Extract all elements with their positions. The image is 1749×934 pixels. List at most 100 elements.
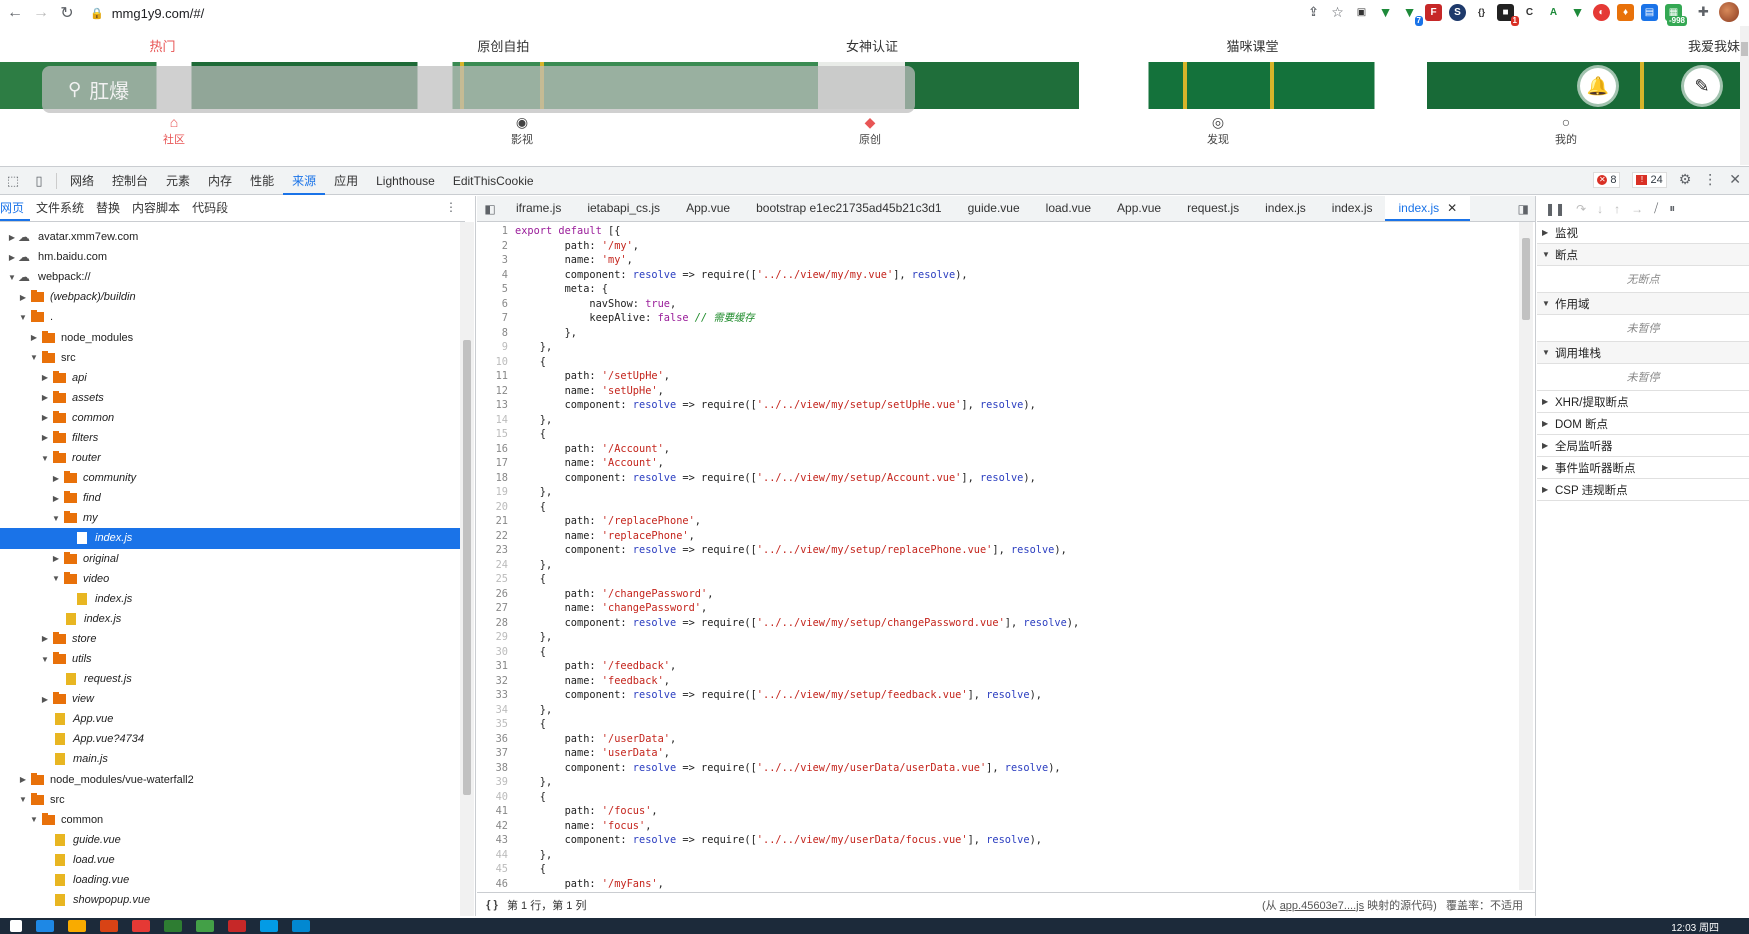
step-into-icon[interactable]: ↓ bbox=[1597, 202, 1603, 216]
extension-icon[interactable]: ▤ bbox=[1641, 3, 1658, 21]
step-out-icon[interactable]: ↑ bbox=[1614, 202, 1620, 216]
device-toolbar-icon[interactable]: ▯ bbox=[26, 173, 52, 189]
line-number[interactable]: 38 bbox=[477, 761, 515, 776]
bookmark-star-icon[interactable]: ☆ bbox=[1329, 4, 1346, 21]
deactivate-breakpoints-icon[interactable]: ⧸ bbox=[1654, 201, 1658, 216]
line-number[interactable]: 10 bbox=[477, 355, 515, 370]
nav-item-mine[interactable]: ○ 我的 bbox=[1392, 114, 1740, 148]
tab-page[interactable]: 网页 bbox=[0, 196, 31, 221]
tab-sources[interactable]: 来源 bbox=[283, 167, 326, 195]
line-number[interactable]: 17 bbox=[477, 456, 515, 471]
reload-icon[interactable]: ↻ bbox=[56, 2, 78, 24]
expanded-arrow-icon[interactable]: ▼ bbox=[6, 273, 18, 282]
category-tab[interactable]: 原创自拍 bbox=[325, 36, 682, 56]
issue-count-badge[interactable]: ! 24 bbox=[1632, 171, 1667, 188]
tree-domain[interactable]: ▼ ☁ webpack:// bbox=[0, 267, 460, 287]
lock-icon[interactable]: 🔒 bbox=[90, 7, 104, 20]
tab-editthiscookie[interactable]: EditThisCookie bbox=[444, 167, 543, 195]
extension-icon[interactable]: S bbox=[1449, 3, 1466, 21]
editor-tab[interactable]: iframe.js bbox=[503, 196, 574, 221]
expanded-arrow-icon[interactable]: ▼ bbox=[17, 795, 29, 804]
debugger-section-header[interactable]: ▶ 全局监听器 bbox=[1537, 435, 1749, 457]
collapsed-arrow-icon[interactable]: ▶ bbox=[39, 413, 51, 422]
line-number[interactable]: 44 bbox=[477, 848, 515, 863]
line-number[interactable]: 46 bbox=[477, 877, 515, 891]
editor-tab[interactable]: index.js ✕ bbox=[1385, 196, 1471, 221]
line-number[interactable]: 19 bbox=[477, 485, 515, 500]
forward-icon[interactable]: → bbox=[30, 2, 52, 24]
extension-icon[interactable]: ♦ bbox=[1617, 3, 1634, 21]
vue-extension-icon[interactable]: ▼ 7 bbox=[1401, 3, 1423, 26]
tab-content-scripts[interactable]: 内容脚本 bbox=[126, 196, 186, 221]
editor-tab[interactable]: index.js bbox=[1252, 196, 1319, 221]
line-number[interactable]: 33 bbox=[477, 688, 515, 703]
app-icon[interactable] bbox=[196, 920, 214, 932]
line-number[interactable]: 30 bbox=[477, 645, 515, 660]
line-number[interactable]: 6 bbox=[477, 297, 515, 312]
line-number[interactable]: 40 bbox=[477, 790, 515, 805]
tab-performance[interactable]: 性能 bbox=[241, 167, 283, 195]
line-number[interactable]: 36 bbox=[477, 732, 515, 747]
address-bar[interactable]: 🔒 mmg1y9.com/#/ bbox=[90, 2, 204, 24]
more-menu-icon[interactable]: ⋮ bbox=[1703, 171, 1717, 188]
pause-icon[interactable]: ❚❚ bbox=[1545, 202, 1565, 216]
step-over-icon[interactable]: ↷ bbox=[1576, 202, 1586, 216]
json-icon[interactable]: {} bbox=[1473, 3, 1490, 21]
editor-tab[interactable]: request.js bbox=[1174, 196, 1252, 221]
tree-file[interactable]: App.vue bbox=[0, 709, 460, 729]
share-icon[interactable]: ⇪ bbox=[1305, 4, 1322, 21]
app-icon[interactable] bbox=[36, 920, 54, 932]
editor-tab[interactable]: ietabapi_cs.js bbox=[574, 196, 673, 221]
pretty-print-icon[interactable]: { } bbox=[477, 899, 507, 911]
line-number[interactable]: 43 bbox=[477, 833, 515, 848]
toggle-debugger-icon[interactable]: ◨ bbox=[1518, 202, 1529, 216]
editor-tab[interactable]: App.vue bbox=[673, 196, 743, 221]
tree-file[interactable]: index.js bbox=[0, 609, 460, 629]
line-number[interactable]: 35 bbox=[477, 717, 515, 732]
search-input[interactable]: ⚲ 肛爆 bbox=[42, 66, 915, 113]
line-number[interactable]: 39 bbox=[477, 775, 515, 790]
source-map-link[interactable]: app.45603e7....js bbox=[1280, 900, 1364, 912]
tree-folder[interactable]: ▼ common bbox=[0, 810, 460, 830]
vue-devtools-icon[interactable]: ▼ bbox=[1377, 3, 1394, 21]
nav-item-discover[interactable]: ◎ 发现 bbox=[1044, 114, 1392, 148]
category-tab[interactable]: 我爱我妹 bbox=[1443, 36, 1740, 56]
page-scrollbar[interactable] bbox=[1740, 26, 1749, 165]
collapsed-arrow-icon[interactable]: ▶ bbox=[50, 554, 62, 563]
tree-folder[interactable]: ▶ assets bbox=[0, 388, 460, 408]
tab-memory[interactable]: 内存 bbox=[199, 167, 241, 195]
extension-icon[interactable]: ■ 1 bbox=[1497, 3, 1519, 26]
tree-folder[interactable]: ▼ router bbox=[0, 448, 460, 468]
line-number[interactable]: 41 bbox=[477, 804, 515, 819]
tree-folder[interactable]: ▼ utils bbox=[0, 649, 460, 669]
collapsed-arrow-icon[interactable]: ▶ bbox=[39, 634, 51, 643]
tree-folder[interactable]: ▼ src bbox=[0, 790, 460, 810]
app-icon[interactable] bbox=[292, 920, 310, 932]
extension-icon[interactable]: A bbox=[1545, 3, 1562, 21]
line-number[interactable]: 5 bbox=[477, 282, 515, 297]
expanded-arrow-icon[interactable]: ▼ bbox=[39, 454, 51, 463]
nav-item-original[interactable]: ◆ 原创 bbox=[696, 114, 1044, 148]
debugger-section-header[interactable]: ▼ 调用堆栈 bbox=[1537, 342, 1749, 364]
line-number[interactable]: 26 bbox=[477, 587, 515, 602]
tree-file[interactable]: main.js bbox=[0, 749, 460, 769]
category-tab[interactable]: 女神认证 bbox=[682, 36, 1063, 56]
tree-file[interactable]: request.js bbox=[0, 669, 460, 689]
tab-console[interactable]: 控制台 bbox=[103, 167, 157, 195]
collapsed-arrow-icon[interactable]: ▶ bbox=[39, 433, 51, 442]
back-icon[interactable]: ← bbox=[4, 2, 26, 24]
scrollbar-thumb[interactable] bbox=[1522, 238, 1530, 320]
pause-on-exceptions-icon[interactable]: ⏸ bbox=[1669, 201, 1675, 216]
app-icon[interactable] bbox=[100, 920, 118, 932]
collapsed-arrow-icon[interactable]: ▶ bbox=[50, 474, 62, 483]
line-number[interactable]: 32 bbox=[477, 674, 515, 689]
extension-icon[interactable]: ▦ -998 bbox=[1665, 3, 1687, 26]
line-number[interactable]: 22 bbox=[477, 529, 515, 544]
line-number[interactable]: 11 bbox=[477, 369, 515, 384]
editor-tab[interactable]: index.js bbox=[1319, 196, 1386, 221]
tree-folder[interactable]: ▶ node_modules/vue-waterfall2 bbox=[0, 770, 460, 790]
nav-item-community[interactable]: ⌂ 社区 bbox=[0, 114, 348, 148]
collapsed-arrow-icon[interactable]: ▶ bbox=[50, 494, 62, 503]
collapsed-arrow-icon[interactable]: ▶ bbox=[6, 253, 18, 262]
extension-icon[interactable]: ▼ bbox=[1569, 3, 1586, 21]
